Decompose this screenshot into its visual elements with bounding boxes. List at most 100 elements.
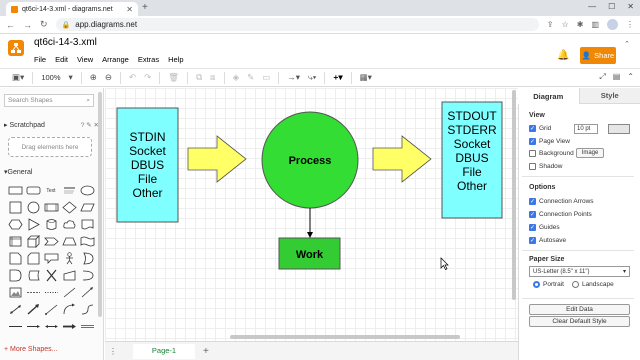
scratchpad-drop-area[interactable]: Drag elements here <box>8 137 92 157</box>
shadow-checkbox[interactable] <box>529 163 536 170</box>
guides-checkbox[interactable]: ✓ <box>529 224 536 231</box>
paper-size-select[interactable]: US-Letter (8.5" x 11") ▾ <box>529 266 630 277</box>
shape-curved-arrow[interactable] <box>60 301 78 318</box>
connection-points-option[interactable]: ✓ Connection Points <box>529 211 592 218</box>
connection-points-checkbox[interactable]: ✓ <box>529 211 536 218</box>
delete-icon[interactable]: 🗑 <box>164 72 183 83</box>
diagram-canvas[interactable]: STDIN Socket DBUS File Other Process STD… <box>105 88 518 341</box>
shape-diamond[interactable] <box>60 199 78 216</box>
sidebar-scrollbar[interactable] <box>98 92 102 317</box>
shape-process[interactable] <box>42 199 60 216</box>
profile-avatar[interactable] <box>607 19 618 30</box>
browser-menu-icon[interactable]: ⋮ <box>626 20 634 29</box>
general-shapes-header[interactable]: ▾ General <box>0 166 103 178</box>
input-arrow-shape[interactable] <box>187 135 247 183</box>
grid-size-input[interactable]: 10 pt <box>574 124 598 134</box>
shape-tape[interactable] <box>78 233 96 250</box>
connection-arrows-checkbox[interactable]: ✓ <box>529 198 536 205</box>
add-page-icon[interactable]: + <box>203 346 209 357</box>
extensions-icon[interactable]: ✱ <box>577 20 584 29</box>
shape-double-line[interactable] <box>78 318 96 335</box>
redo-icon[interactable]: ↷ <box>140 72 155 83</box>
reload-icon[interactable]: ↻ <box>40 19 48 30</box>
shape-card[interactable] <box>24 250 42 267</box>
shape-dashed-line[interactable] <box>24 284 42 301</box>
shape-hexagon[interactable] <box>6 216 24 233</box>
page-tab-current[interactable]: Page-1 <box>133 343 195 359</box>
shape-rounded-rectangle[interactable] <box>24 182 42 199</box>
menu-arrange[interactable]: Arrange <box>102 55 129 64</box>
table-icon[interactable]: ▦▾ <box>356 72 376 83</box>
scratchpad-actions[interactable]: ? ✎ ✕ <box>81 121 99 129</box>
file-name[interactable]: qt6ci-14-3.xml <box>34 37 97 48</box>
grid-option[interactable]: ✓ Grid <box>529 125 551 132</box>
shape-cloud[interactable] <box>60 216 78 233</box>
bookmark-star-icon[interactable]: ☆ <box>562 20 569 29</box>
connection-style-icon[interactable]: →▾ <box>283 72 304 83</box>
minimize-icon[interactable]: — <box>588 2 596 11</box>
shape-bidirectional-arrow[interactable] <box>6 301 24 318</box>
browser-tab[interactable]: qt6ci-14-3.xml - diagrams.net ✕ <box>6 2 138 16</box>
work-node[interactable]: Work <box>278 237 341 270</box>
shadow-option[interactable]: Shadow <box>529 163 563 170</box>
shadow-icon[interactable]: ▭ <box>258 72 274 83</box>
guides-option[interactable]: ✓ Guides <box>529 224 560 231</box>
connection-arrows-option[interactable]: ✓ Connection Arrows <box>529 198 594 205</box>
menu-help[interactable]: Help <box>168 55 183 64</box>
share-page-icon[interactable]: ⇪ <box>547 20 554 29</box>
shape-manual-input[interactable] <box>60 267 78 284</box>
menu-file[interactable]: File <box>34 55 46 64</box>
shape-cross[interactable] <box>42 267 60 284</box>
shape-square[interactable] <box>6 199 24 216</box>
insert-icon[interactable]: +▾ <box>329 72 346 83</box>
canvas-vertical-scrollbar[interactable] <box>512 90 516 300</box>
background-image-button[interactable]: Image <box>576 148 604 158</box>
page-view-checkbox[interactable]: ✓ <box>529 138 536 145</box>
shape-actor[interactable] <box>60 250 78 267</box>
shape-step[interactable] <box>42 233 60 250</box>
shape-circle[interactable] <box>24 199 42 216</box>
canvas-horizontal-scrollbar[interactable] <box>230 335 460 339</box>
sidebar-toggle-icon[interactable]: ▥ <box>591 20 599 29</box>
to-back-icon[interactable]: ⧈ <box>206 72 219 83</box>
shape-note[interactable] <box>6 250 24 267</box>
shape-parallelogram[interactable] <box>78 199 96 216</box>
shape-bidirectional-horizontal[interactable] <box>42 318 60 335</box>
shape-or[interactable] <box>78 250 96 267</box>
more-shapes-link[interactable]: + More Shapes... <box>4 346 58 353</box>
shape-textbox[interactable] <box>60 182 78 199</box>
autosave-option[interactable]: ✓ Autosave <box>529 237 566 244</box>
shape-connector[interactable] <box>42 301 60 318</box>
forward-icon[interactable]: → <box>23 20 32 30</box>
grid-color-swatch[interactable] <box>608 124 630 134</box>
share-button[interactable]: 👤 Share <box>580 47 616 64</box>
shape-triangle[interactable] <box>24 216 42 233</box>
shape-cube[interactable] <box>24 233 42 250</box>
collapse-header-icon[interactable]: ⌃ <box>624 40 630 48</box>
shape-arrow-horizontal[interactable] <box>24 318 42 335</box>
shape-cylinder[interactable] <box>42 216 60 233</box>
input-sources-box[interactable]: STDIN Socket DBUS File Other <box>116 107 179 223</box>
process-node[interactable]: Process <box>261 111 359 209</box>
shape-document[interactable] <box>78 216 96 233</box>
shape-ellipse[interactable] <box>78 182 96 199</box>
view-panels-icon[interactable]: ▣▾ <box>8 72 28 83</box>
shape-link[interactable] <box>78 301 96 318</box>
landscape-option[interactable]: Landscape <box>571 281 614 288</box>
tab-diagram[interactable]: Diagram <box>518 88 579 104</box>
shape-half-circle[interactable] <box>78 267 96 284</box>
notification-bell-icon[interactable]: 🔔 <box>557 50 569 61</box>
search-shapes-input[interactable]: Search Shapes ⌕ <box>4 94 94 107</box>
new-tab-icon[interactable]: + <box>142 2 148 13</box>
page-view-option[interactable]: ✓ Page View <box>529 138 570 145</box>
zoom-out-icon[interactable]: ⊖ <box>101 72 116 83</box>
shape-dotted-line[interactable] <box>42 284 60 301</box>
menu-edit[interactable]: Edit <box>55 55 68 64</box>
shape-arrow[interactable] <box>78 284 96 301</box>
waypoints-icon[interactable]: ⤷▾ <box>304 72 320 83</box>
shape-thick-horizontal[interactable] <box>60 318 78 335</box>
tab-style[interactable]: Style <box>578 88 640 104</box>
zoom-select[interactable]: 100% <box>37 73 64 82</box>
shape-line[interactable] <box>60 284 78 301</box>
close-tab-icon[interactable]: ✕ <box>126 5 133 14</box>
